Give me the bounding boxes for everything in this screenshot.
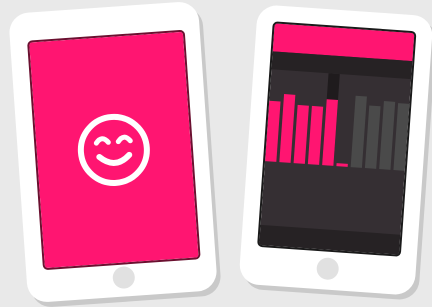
audio-bar: [336, 163, 348, 167]
right-phone: [0, 0, 432, 307]
audio-bar: [322, 99, 338, 166]
right-phone-body: [238, 4, 432, 296]
audio-bar: [265, 100, 281, 162]
audio-bar: [307, 105, 324, 165]
audio-bar: [279, 94, 296, 163]
right-home-button[interactable]: [315, 256, 340, 281]
audio-bar: [364, 105, 381, 169]
audio-bar: [379, 101, 396, 170]
audio-bar: [393, 103, 410, 171]
audio-bar: [350, 95, 367, 168]
illustration-stage: [0, 0, 432, 307]
audio-bar: [293, 104, 309, 164]
right-phone-screen: [257, 21, 417, 257]
audio-bars-visualization: [265, 73, 410, 171]
